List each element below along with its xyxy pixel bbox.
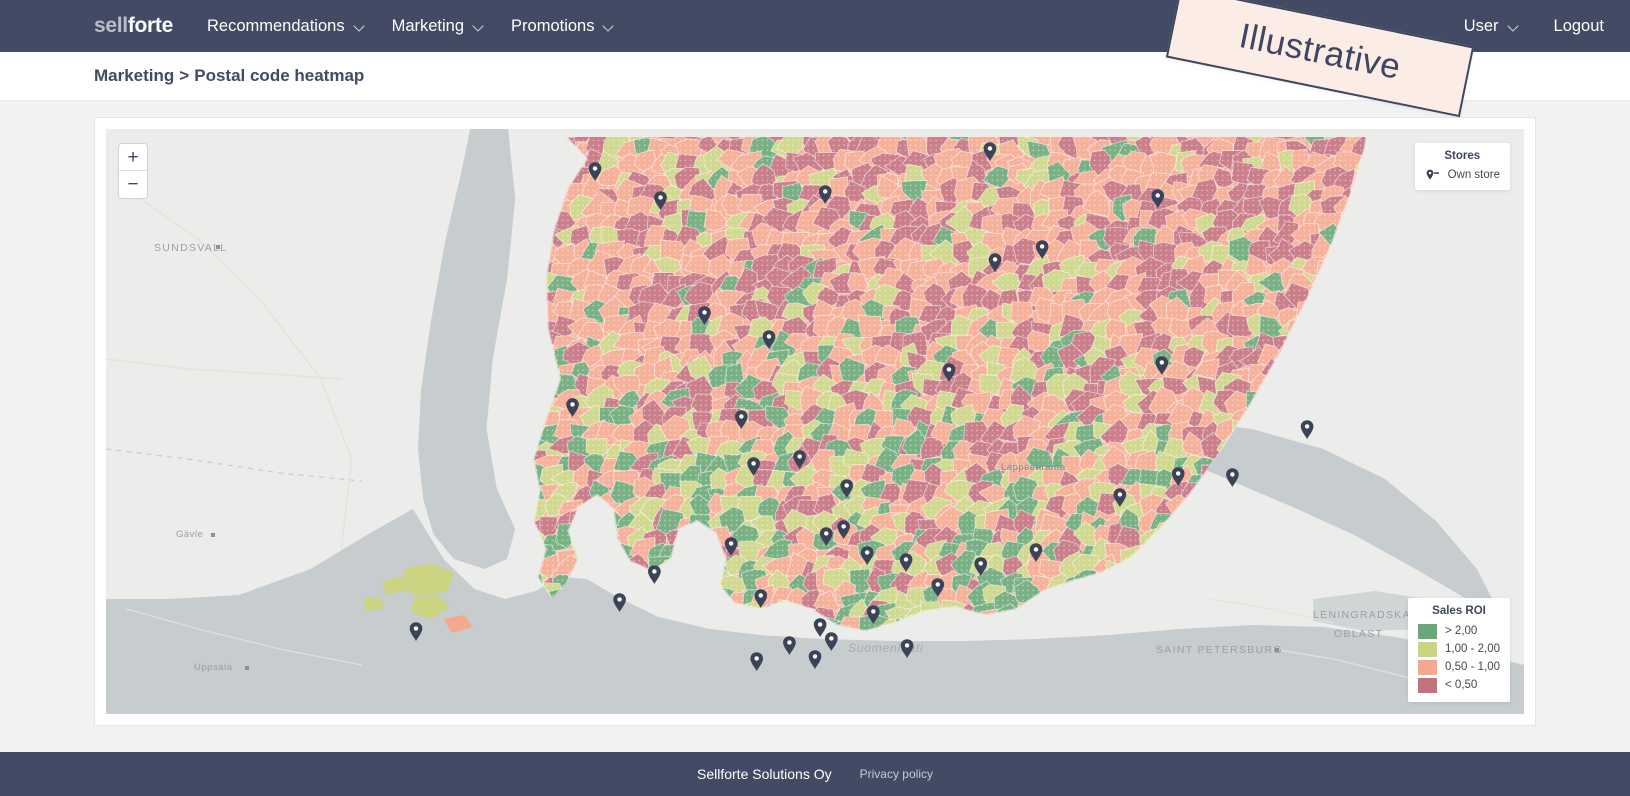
footer-bar: Sellforte Solutions Oy Privacy policy — [0, 752, 1630, 796]
breadcrumb-parent-marketing[interactable]: Marketing — [94, 66, 174, 85]
page-body: SUNDSVALL Gävle Uppsala Lappeenranta SAI… — [0, 101, 1630, 752]
nav-label-user: User — [1463, 16, 1499, 35]
breadcrumb-current-page: Postal code heatmap — [194, 66, 365, 85]
stores-legend-label: Own store — [1447, 168, 1500, 181]
roi-legend-label-2: 0,50 - 1,00 — [1445, 661, 1500, 673]
map-card: SUNDSVALL Gävle Uppsala Lappeenranta SAI… — [94, 117, 1536, 726]
logo-text-sell: sell — [94, 14, 128, 37]
nav-label-logout: Logout — [1553, 16, 1604, 35]
chevron-down-icon — [604, 21, 615, 32]
app-root: sellforte Recommendations Marketing Prom… — [0, 0, 1630, 796]
nav-item-marketing[interactable]: Marketing — [392, 13, 485, 40]
roi-swatch-3 — [1418, 677, 1438, 693]
nav-item-promotions[interactable]: Promotions — [511, 13, 615, 40]
roi-legend-row-2: 0,50 - 1,00 — [1418, 658, 1500, 676]
logo-text-forte: forte — [127, 14, 173, 37]
chevron-down-icon — [474, 21, 485, 32]
sales-roi-legend: Sales ROI > 2,00 1,00 - 2,00 0,50 - 1,00 — [1408, 598, 1510, 702]
footer-company-name: Sellforte Solutions Oy — [697, 766, 832, 782]
store-pins[interactable] — [106, 129, 1524, 714]
roi-legend-title: Sales ROI — [1432, 605, 1486, 617]
main-nav-items: Recommendations Marketing Promotions — [207, 13, 615, 40]
nav-item-recommendations[interactable]: Recommendations — [207, 13, 366, 40]
roi-legend-label-0: > 2,00 — [1445, 625, 1478, 637]
footer-privacy-policy-link[interactable]: Privacy policy — [860, 767, 933, 781]
nav-item-user[interactable]: User — [1464, 13, 1520, 40]
roi-swatch-1 — [1418, 641, 1438, 657]
stores-legend: Stores Own store — [1414, 143, 1510, 190]
roi-legend-row-3: < 0,50 — [1418, 676, 1500, 694]
chevron-down-icon — [1509, 21, 1520, 32]
map-zoom-controls: + − — [118, 143, 148, 199]
nav-right-group: User Logout — [1464, 13, 1604, 40]
nav-label-marketing: Marketing — [391, 16, 465, 35]
breadcrumb: Marketing > Postal code heatmap — [94, 66, 364, 86]
stores-legend-title: Stores — [1444, 150, 1481, 162]
nav-item-logout[interactable]: Logout — [1554, 13, 1604, 40]
breadcrumb-separator: > — [179, 66, 190, 85]
roi-legend-label-3: < 0,50 — [1445, 679, 1478, 691]
map-container[interactable]: SUNDSVALL Gävle Uppsala Lappeenranta SAI… — [106, 129, 1524, 714]
chevron-down-icon — [355, 21, 366, 32]
map-pin-icon — [1425, 169, 1440, 181]
roi-swatch-2 — [1418, 659, 1438, 675]
sellforte-logo[interactable]: sellforte — [94, 14, 173, 38]
zoom-in-button[interactable]: + — [119, 144, 147, 171]
stores-legend-item-own-store: Own store — [1425, 167, 1500, 182]
nav-label-promotions: Promotions — [511, 16, 595, 35]
roi-legend-row-1: 1,00 - 2,00 — [1418, 640, 1500, 658]
roi-swatch-0 — [1418, 623, 1438, 639]
nav-label-recommendations: Recommendations — [207, 16, 345, 35]
roi-legend-label-1: 1,00 - 2,00 — [1445, 643, 1500, 655]
zoom-out-button[interactable]: − — [119, 171, 147, 198]
roi-legend-row-0: > 2,00 — [1418, 622, 1500, 640]
